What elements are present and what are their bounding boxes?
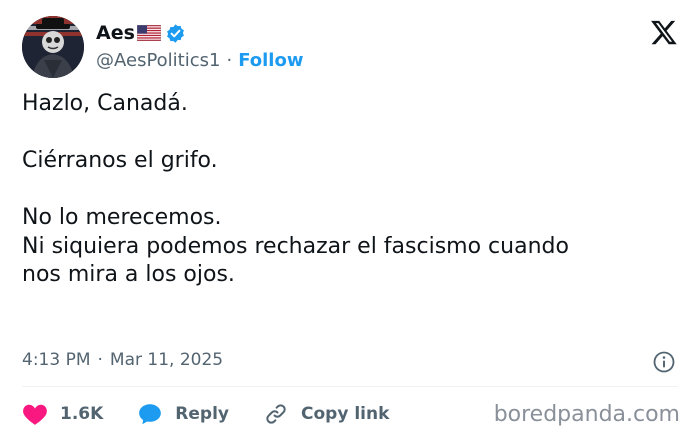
tweet-line: nos mira a los ojos.: [22, 262, 235, 287]
author-name[interactable]: Aes: [96, 22, 135, 44]
author-name-row: Aes: [96, 20, 186, 46]
author-handle[interactable]: @AesPolitics1: [96, 50, 220, 71]
meta-separator: ·: [97, 350, 103, 370]
like-button[interactable]: 1.6K: [22, 402, 103, 426]
tweet-timestamp[interactable]: 4:13 PM · Mar 11, 2025: [22, 348, 223, 372]
tweet-line: No lo merecemos.: [22, 205, 222, 230]
handle-separator: ·: [226, 49, 233, 71]
tweet-line: Hazlo, Canadá.: [22, 91, 188, 116]
copy-link-label: Copy link: [301, 404, 390, 424]
link-icon: [266, 404, 286, 424]
watermark: boredpanda.com: [493, 402, 680, 427]
speech-bubble-icon: [139, 404, 162, 425]
like-count: 1.6K: [60, 404, 104, 424]
x-logo-icon[interactable]: [650, 18, 678, 46]
copy-link-button[interactable]: Copy link: [263, 402, 389, 426]
us-flag-icon: [136, 24, 162, 42]
avatar-image: [22, 16, 84, 78]
reply-button[interactable]: Reply: [137, 402, 229, 426]
tweet-date: Mar 11, 2025: [109, 350, 224, 370]
tweet-line: Ni siquiera podemos rechazar el fascismo…: [22, 233, 569, 259]
info-icon[interactable]: [652, 350, 676, 374]
tweet-card: Aes @AesPolitics1 · Follow Hazlo, Canadá…: [0, 0, 700, 440]
tweet-time: 4:13 PM: [22, 350, 91, 370]
reply-label: Reply: [175, 404, 229, 424]
verified-badge-icon: [165, 23, 186, 44]
follow-button[interactable]: Follow: [238, 50, 303, 71]
heart-icon: [23, 404, 47, 425]
tweet-text: Hazlo, Canadá. Ciérranos el grifo. No lo…: [22, 90, 672, 290]
divider: [22, 386, 678, 387]
tweet-line: Ciérranos el grifo.: [22, 148, 218, 173]
action-bar: 1.6K Reply Copy link: [22, 400, 423, 428]
avatar[interactable]: [22, 16, 84, 78]
handle-row: @AesPolitics1 · Follow: [96, 48, 303, 72]
